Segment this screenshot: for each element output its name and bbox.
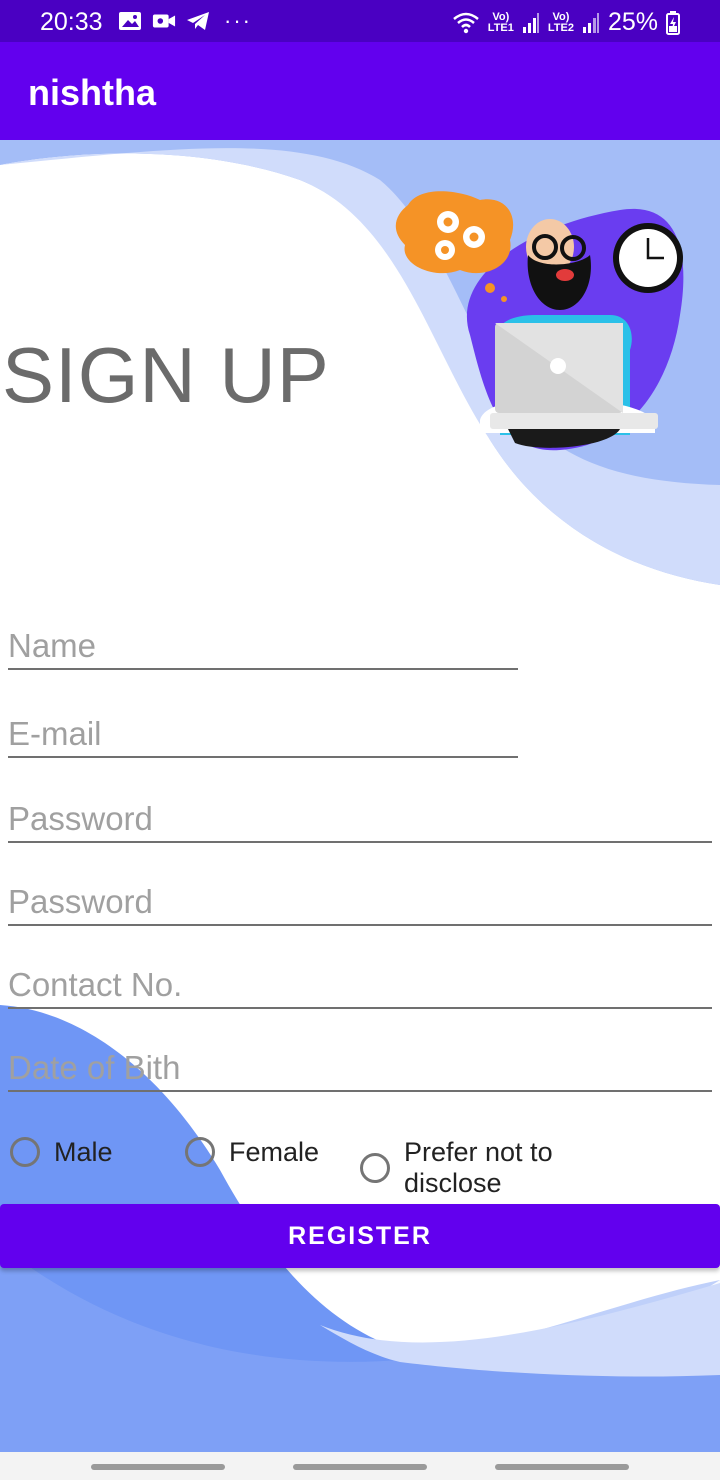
sim1-network: Vo) LTE1 [487, 10, 514, 34]
notification-icons: ··· [118, 8, 252, 34]
dob-input[interactable] [8, 1046, 712, 1090]
radio-button[interactable] [360, 1153, 390, 1183]
nav-back-handle[interactable] [495, 1464, 629, 1470]
register-button[interactable]: REGISTER [0, 1204, 720, 1268]
radio-button[interactable] [185, 1137, 215, 1167]
more-icon: ··· [224, 8, 252, 33]
clock-icon [613, 223, 683, 293]
signal-icon [582, 12, 599, 33]
radio-prefer-not-to-disclose[interactable]: Prefer not to disclose [360, 1137, 574, 1199]
developer-illustration [395, 191, 684, 451]
radio-label: Prefer not to disclose [404, 1137, 553, 1198]
battery-percent: 25% [607, 8, 658, 36]
radio-male[interactable]: Male [10, 1137, 113, 1168]
nav-home-handle[interactable] [293, 1464, 427, 1470]
sim2-network: Vo) LTE2 [547, 10, 574, 34]
nav-recents-handle[interactable] [91, 1464, 225, 1470]
password-field[interactable] [8, 797, 712, 843]
image-icon [119, 12, 141, 30]
app-title: nishtha [28, 72, 157, 113]
contact-input[interactable] [8, 963, 712, 1007]
system-indicators: Vo) LTE1 Vo) LTE2 25% [452, 8, 680, 37]
confirm-password-input[interactable] [8, 880, 712, 924]
radio-button[interactable] [10, 1137, 40, 1167]
signal-icon [522, 12, 539, 33]
status-bar: 20:33 ··· Vo) LTE1 Vo) LTE2 25% [0, 0, 720, 42]
confirm-password-field[interactable] [8, 880, 712, 926]
radio-female[interactable]: Female [185, 1137, 319, 1168]
app-bar: nishtha [0, 42, 720, 140]
navigation-bar [0, 1452, 720, 1480]
dob-field[interactable] [8, 1046, 712, 1092]
password-input[interactable] [8, 797, 712, 841]
wifi-icon [452, 12, 479, 33]
contact-field[interactable] [8, 963, 712, 1009]
email-field[interactable] [8, 712, 518, 758]
email-input[interactable] [8, 712, 518, 756]
name-input[interactable] [8, 624, 518, 668]
status-time: 20:33 [40, 8, 103, 36]
telegram-icon [187, 12, 209, 30]
video-icon [152, 14, 176, 28]
radio-label: Male [54, 1137, 113, 1167]
name-field[interactable] [8, 624, 518, 670]
page-title: SIGN UP [2, 331, 330, 419]
battery-icon [666, 10, 680, 35]
radio-label: Female [229, 1137, 320, 1167]
gender-radio-group: Male Female Prefer not to disclose [10, 1134, 710, 1204]
